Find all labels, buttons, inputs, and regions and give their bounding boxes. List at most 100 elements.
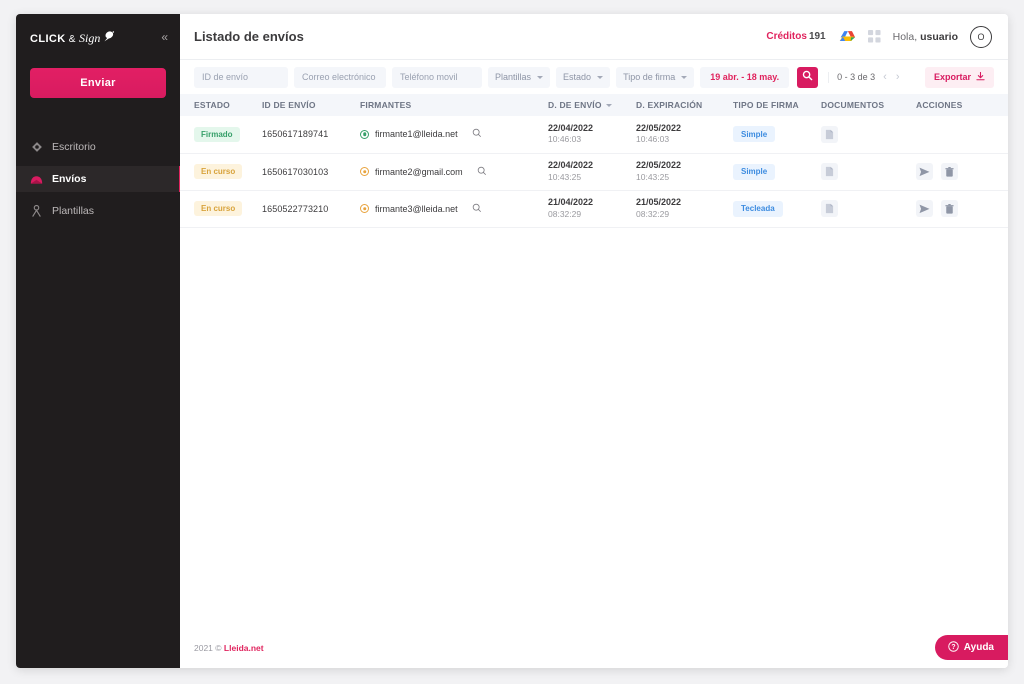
column-estado: ESTADO xyxy=(180,94,258,116)
cloud-icon[interactable] xyxy=(838,30,856,43)
signer-email: firmante3@lleida.net xyxy=(375,203,458,214)
cell-estado: Firmado xyxy=(180,116,258,154)
copyright: 2021 © Lleida.net xyxy=(194,643,264,653)
resend-button[interactable] xyxy=(916,163,933,180)
sidebar-item-label: Plantillas xyxy=(52,205,95,217)
cell-firmantes: firmante3@lleida.net xyxy=(356,190,544,228)
copyright-brand: Lleida.net xyxy=(223,643,264,653)
time-value: 10:46:03 xyxy=(636,134,670,145)
column-label: D. DE ENVÍO xyxy=(548,100,602,110)
table-header: ESTADO ID DE ENVÍO FIRMANTES D. DE ENVÍO… xyxy=(180,94,1008,116)
help-button[interactable]: ? Ayuda xyxy=(934,635,1008,660)
brand-sign: Sign xyxy=(79,30,101,45)
cell-documentos xyxy=(817,116,912,154)
signer: firmante1@lleida.net xyxy=(360,128,540,140)
status-badge: En curso xyxy=(194,164,243,179)
export-button[interactable]: Exportar xyxy=(924,66,994,88)
dropdown-estado[interactable]: Estado xyxy=(556,66,611,88)
send-button[interactable]: Enviar xyxy=(30,68,166,98)
dropdown-label: Plantillas xyxy=(495,72,532,82)
cell-tipo-firma: Tecleada xyxy=(729,190,817,228)
table-row[interactable]: En curso 1650522773210 firmante3@lleida.… xyxy=(180,190,1008,228)
search-input-phone[interactable] xyxy=(392,66,482,88)
document-icon[interactable] xyxy=(821,200,838,217)
signer-status-icon xyxy=(360,129,369,139)
pagination-prev-button[interactable]: ‹ xyxy=(882,71,888,83)
export-label: Exportar xyxy=(933,72,971,82)
pagination: 0 - 3 de 3 ‹ › xyxy=(828,71,901,83)
cell-firmantes: firmante2@gmail.com xyxy=(356,153,544,191)
time-value: 10:46:03 xyxy=(548,134,582,145)
sidebar-item-plantillas[interactable]: Plantillas xyxy=(16,198,180,224)
pagination-next-button[interactable]: › xyxy=(895,71,901,83)
document-icon[interactable] xyxy=(821,163,838,180)
footer: 2021 © Lleida.net ? Ayuda xyxy=(180,628,1008,668)
document-icon[interactable] xyxy=(821,125,838,143)
signer-status-icon xyxy=(360,204,369,213)
resend-button[interactable] xyxy=(916,200,933,217)
copyright-year: 2021 © xyxy=(194,643,222,653)
brand-text: CLICK & Sign xyxy=(30,29,115,46)
search-button[interactable] xyxy=(797,66,819,88)
greeting-prefix: Hola, xyxy=(892,30,918,43)
collapse-sidebar-button[interactable]: « xyxy=(161,31,168,43)
help-label: Ayuda xyxy=(963,642,994,653)
sidebar-item-escritorio[interactable]: Escritorio xyxy=(16,134,180,160)
signature-type-badge: Simple xyxy=(733,163,776,180)
chevron-down-icon xyxy=(681,75,688,79)
signature-type-badge: Tecleada xyxy=(733,200,783,217)
table-row[interactable]: Firmado 1650617189741 firmante1@lleida.n… xyxy=(180,116,1008,154)
app-window: CLICK & Sign « Enviar Escritorio Envíos xyxy=(16,14,1008,668)
sidebar-nav: Escritorio Envíos Plantillas xyxy=(16,134,182,224)
delete-button[interactable] xyxy=(940,200,958,217)
cell-firmantes: firmante1@lleida.net xyxy=(356,116,544,154)
time-value: 08:32:29 xyxy=(636,208,670,219)
delete-button[interactable] xyxy=(940,163,958,180)
magnify-icon[interactable] xyxy=(477,166,487,178)
cell-tipo-firma: Simple xyxy=(729,116,817,154)
search-input-email[interactable] xyxy=(294,66,386,88)
signer-email: firmante2@gmail.com xyxy=(375,166,463,177)
column-documentos: DOCUMENTOS xyxy=(817,94,912,116)
download-icon xyxy=(976,71,985,83)
greeting: Hola, usuario xyxy=(893,31,958,43)
date-value: 22/04/2022 xyxy=(548,160,594,171)
dropdown-tipo-firma[interactable]: Tipo de firma xyxy=(616,66,695,88)
column-firmantes: FIRMANTES xyxy=(356,94,544,116)
sort-chevron-icon xyxy=(605,104,612,108)
cell-tipo-firma: Simple xyxy=(729,153,817,191)
column-id-envio: ID DE ENVÍO xyxy=(258,94,356,116)
cell-fecha-envio: 21/04/2022 08:32:29 xyxy=(544,190,632,228)
cell-acciones xyxy=(912,153,1008,191)
magnify-icon[interactable] xyxy=(472,203,482,215)
signature-type-badge: Simple xyxy=(733,126,776,143)
brand-logo[interactable]: CLICK & Sign « xyxy=(16,14,180,60)
dropdown-plantillas[interactable]: Plantillas xyxy=(488,66,551,88)
cell-estado: En curso xyxy=(180,153,258,191)
table-row[interactable]: En curso 1650617030103 firmante2@gmail.c… xyxy=(180,153,1008,191)
signer: firmante2@gmail.com xyxy=(360,166,540,178)
avatar[interactable]: O xyxy=(970,25,992,48)
pagination-count: 0 - 3 de 3 xyxy=(837,72,876,82)
credits-label: Créditos xyxy=(766,31,807,42)
search-input-id[interactable] xyxy=(194,66,288,88)
signer-email: firmante1@lleida.net xyxy=(375,129,458,140)
date-value: 22/05/2022 xyxy=(636,160,682,171)
page-title: Listado de envíos xyxy=(194,29,304,44)
pen-icon xyxy=(102,30,115,46)
sidebar-item-label: Escritorio xyxy=(52,141,96,153)
cell-acciones xyxy=(912,116,1008,154)
time-value: 10:43:25 xyxy=(548,171,582,182)
date-value: 22/04/2022 xyxy=(548,123,594,134)
chevron-down-icon xyxy=(597,75,604,79)
grid-icon[interactable] xyxy=(867,30,881,43)
magnify-icon[interactable] xyxy=(472,128,482,140)
status-badge: Firmado xyxy=(194,126,240,142)
cell-fecha-expiracion: 22/05/2022 10:46:03 xyxy=(632,116,729,154)
topbar: Listado de envíos Créditos 191 Hola, usu… xyxy=(180,14,1008,60)
column-fecha-envio[interactable]: D. DE ENVÍO xyxy=(544,94,632,116)
filter-bar: Plantillas Estado Tipo de firma 19 abr. … xyxy=(180,60,1008,94)
date-range-picker[interactable]: 19 abr. - 18 may. xyxy=(700,66,790,88)
status-badge: En curso xyxy=(194,201,243,216)
sidebar-item-envios[interactable]: Envíos xyxy=(16,166,182,192)
